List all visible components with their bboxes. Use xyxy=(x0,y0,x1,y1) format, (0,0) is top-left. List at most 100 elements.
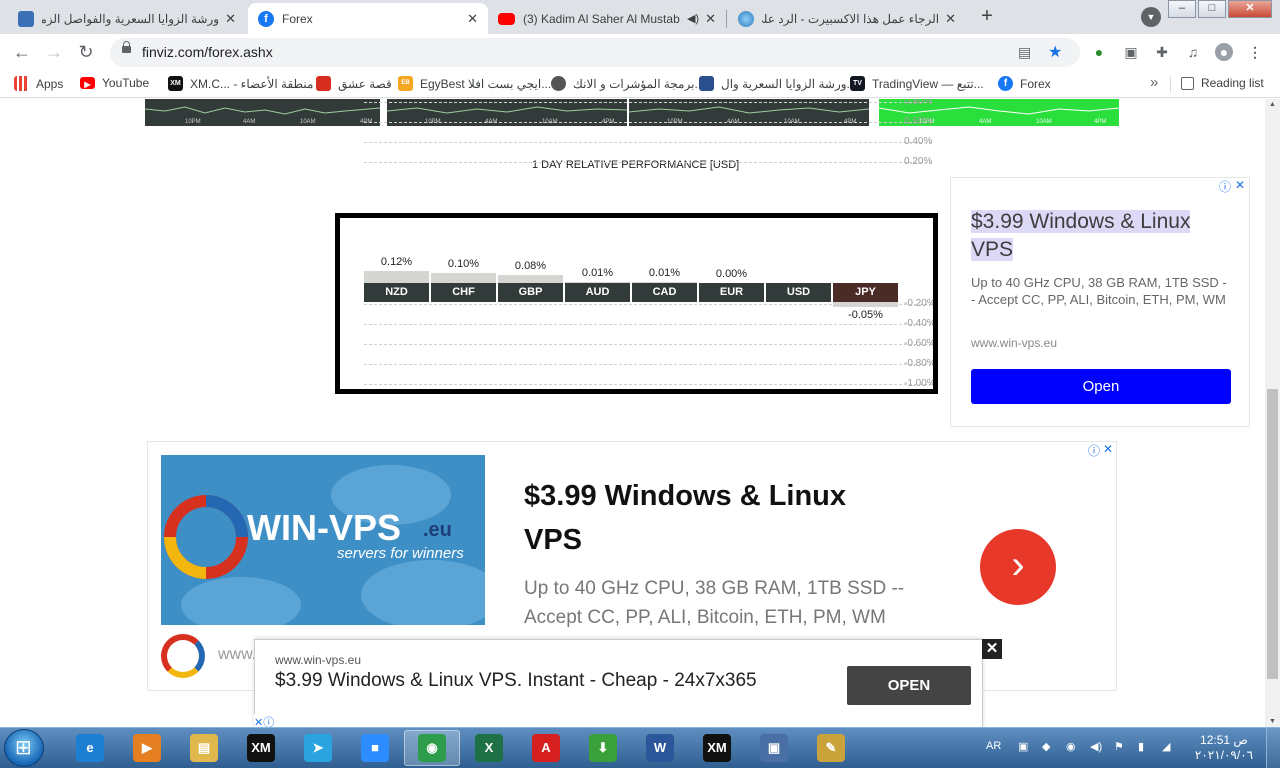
bookmarks-overflow-icon[interactable]: » xyxy=(1150,74,1158,91)
window-close-button[interactable]: ✕ xyxy=(1228,0,1272,18)
tab-1[interactable]: ورشة الزوايا السعرية والفواصل الزمنية - … xyxy=(8,3,246,34)
address-bar[interactable]: finviz.com/forex.ashx ▤ ★ xyxy=(110,38,1080,67)
signal-icon[interactable]: ▮ xyxy=(1138,740,1144,753)
scrollbar-thumb[interactable] xyxy=(1267,389,1278,679)
taskbar-app-xm-terminal[interactable]: XM xyxy=(689,730,745,766)
banner-brand: WIN-VPS xyxy=(247,507,402,548)
tab-2[interactable]: f Forex ✕ xyxy=(248,3,488,34)
reload-icon[interactable]: ↻ xyxy=(74,41,98,65)
bookmark-label: ورشة الزوايا السعرية وال... xyxy=(721,76,857,91)
youtube-icon xyxy=(498,12,515,25)
taskbar-app-word[interactable]: W xyxy=(632,730,688,766)
media-control-icon[interactable]: ♫ xyxy=(1184,43,1202,61)
bookmark-indicators[interactable]: برمجة المؤشرات و الانك... xyxy=(551,76,704,91)
volume-icon[interactable]: ◀) xyxy=(1090,740,1102,753)
maximize-button[interactable]: □ xyxy=(1198,0,1226,18)
win-vps-banner-image[interactable]: WIN-VPS .eu servers for winners xyxy=(161,455,485,625)
taskbar-app-zoom[interactable]: ■ xyxy=(347,730,403,766)
ad-info-icon[interactable]: ⓘ xyxy=(1219,178,1231,195)
sticky-ad-close-icon[interactable]: ✕ xyxy=(982,639,1002,659)
tab-search-icon[interactable]: ▼ xyxy=(1141,7,1161,27)
audio-icon[interactable]: ◀) xyxy=(687,12,699,25)
menu-icon[interactable]: ⋮ xyxy=(1246,43,1264,61)
chevron-right-icon[interactable]: › xyxy=(980,529,1056,605)
taskbar-app-network[interactable]: ▣ xyxy=(746,730,802,766)
side-ad-open-button[interactable]: Open xyxy=(971,369,1231,404)
back-icon[interactable]: ← xyxy=(10,41,34,65)
banner-tagline: servers for winners xyxy=(337,545,464,562)
ad-close-icon[interactable]: ✕ xyxy=(1103,442,1113,456)
taskbar-app-media-player[interactable]: ▶ xyxy=(119,730,175,766)
extension-image-icon[interactable]: ▣ xyxy=(1122,43,1140,61)
language-indicator[interactable]: AR xyxy=(986,740,1001,752)
side-ad-title[interactable]: $3.99 Windows & Linux VPS xyxy=(971,208,1221,264)
clock[interactable]: 12:51 ص ٢٠٢١/٠٩/٠٦ xyxy=(1194,733,1254,763)
tray-network-icon[interactable]: ◆ xyxy=(1042,740,1050,753)
tray-chrome-icon[interactable]: ◉ xyxy=(1066,740,1076,753)
close-icon[interactable]: ✕ xyxy=(225,11,236,27)
bookmark-apps[interactable]: Apps xyxy=(14,76,63,91)
banner-ad-title[interactable]: $3.99 Windows & Linux VPS xyxy=(524,474,884,562)
extension-globe-icon[interactable]: ● xyxy=(1090,43,1108,61)
reading-list-button[interactable]: Reading list xyxy=(1181,76,1264,90)
close-icon[interactable]: ✕ xyxy=(705,11,716,27)
bookmark-tradingview[interactable]: TV TradingView — تتبع... xyxy=(850,76,984,91)
scroll-up-icon[interactable]: ▲ xyxy=(1269,101,1276,108)
taskbar-app-telegram[interactable]: ➤ xyxy=(290,730,346,766)
site-icon xyxy=(699,76,714,91)
new-tab-button[interactable]: + xyxy=(976,6,998,28)
close-icon[interactable]: ✕ xyxy=(945,11,956,27)
close-icon[interactable]: ✕ xyxy=(467,11,478,27)
bookmarks-bar: Apps ▶ YouTube XM XM.C... - منطقة الأعضا… xyxy=(0,71,1280,98)
bookmark-xm[interactable]: XM XM.C... - منطقة الأعضاء xyxy=(168,76,313,91)
tab-4[interactable]: الرجاء عمل هذا الاكسبيرت - الرد علي المك… xyxy=(728,3,966,34)
xm-icon: XM xyxy=(247,734,275,762)
ad-close-icon[interactable]: ✕ xyxy=(1235,178,1245,192)
site-icon xyxy=(316,76,331,91)
extensions-puzzle-icon[interactable]: ✚ xyxy=(1153,43,1171,61)
page-scrollbar[interactable]: ▲ ▼ xyxy=(1265,99,1280,727)
ad-choices-icon[interactable]: ✕ⓘ xyxy=(254,714,275,727)
side-ad[interactable]: ⓘ ✕ $3.99 Windows & Linux VPS Up to 40 G… xyxy=(950,177,1250,427)
apps-grid-icon xyxy=(14,76,29,91)
star-icon[interactable]: ★ xyxy=(1048,42,1062,62)
taskbar-app-ie[interactable]: e xyxy=(62,730,118,766)
taskbar-app-chrome[interactable]: ◉ xyxy=(404,730,460,766)
paint-icon: ✎ xyxy=(817,734,845,762)
taskbar-app-excel[interactable]: X xyxy=(461,730,517,766)
bookmark-egybest[interactable]: EB EgyBest ايجي بست افلا... xyxy=(398,76,551,91)
time-label: 10PM xyxy=(185,119,201,125)
action-center-icon[interactable]: ⚑ xyxy=(1114,740,1124,753)
sticky-ad-open-button[interactable]: OPEN xyxy=(847,666,971,705)
bookmark-youtube[interactable]: ▶ YouTube xyxy=(80,76,149,90)
bookmark-forex[interactable]: f Forex xyxy=(998,76,1051,91)
minimize-button[interactable]: – xyxy=(1168,0,1196,18)
time-label: 10AM xyxy=(1036,119,1052,125)
translate-icon[interactable]: ▤ xyxy=(1018,44,1031,61)
side-ad-title-text: $3.99 Windows & Linux VPS xyxy=(971,210,1191,261)
avatar[interactable]: ● xyxy=(1215,43,1233,61)
mini-chart-1[interactable]: 10PM 4AM 10AM 4PM xyxy=(145,99,380,126)
tab-separator xyxy=(726,10,727,28)
show-desktop-button[interactable] xyxy=(1266,728,1280,768)
tray-app-icon[interactable]: ▣ xyxy=(1018,740,1028,753)
forward-icon[interactable]: → xyxy=(42,41,66,65)
ad-info-icon[interactable]: ⓘ xyxy=(1088,442,1100,459)
taskbar-app-acrobat[interactable]: A xyxy=(518,730,574,766)
bookmark-workshop[interactable]: ورشة الزوايا السعرية وال... xyxy=(699,76,857,91)
scroll-down-icon[interactable]: ▼ xyxy=(1269,718,1276,725)
reading-list-icon xyxy=(1181,76,1194,90)
sticky-bottom-ad[interactable]: www.win-vps.eu $3.99 Windows & Linux VPS… xyxy=(254,639,983,727)
time-label: 4AM xyxy=(243,119,256,125)
tab-3[interactable]: (3) Kadim Al Saher Al Mustab ◀) ✕ xyxy=(488,3,726,34)
bookmark-qesat-ishq[interactable]: قصة عشق xyxy=(316,76,392,91)
wifi-icon[interactable]: ◢ xyxy=(1162,740,1170,753)
tab-3-title: (3) Kadim Al Saher Al Mustab xyxy=(523,11,680,26)
taskbar-app-xm[interactable]: XM xyxy=(233,730,289,766)
taskbar-app-download-manager[interactable]: ⬇ xyxy=(575,730,631,766)
youtube-icon: ▶ xyxy=(80,77,95,89)
taskbar-app-explorer[interactable]: ▤ xyxy=(176,730,232,766)
taskbar-app-paint[interactable]: ✎ xyxy=(803,730,859,766)
sticky-ad-title[interactable]: $3.99 Windows & Linux VPS. Instant - Che… xyxy=(275,668,795,693)
start-button[interactable] xyxy=(4,729,44,767)
